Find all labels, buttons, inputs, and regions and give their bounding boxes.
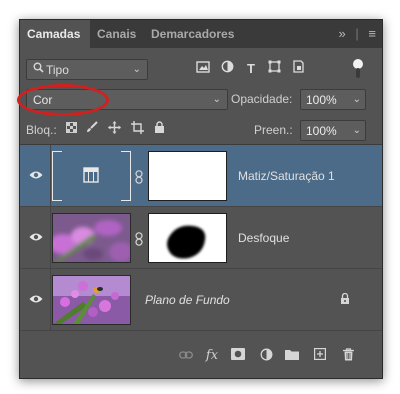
divider — [50, 269, 51, 331]
shape-filter-icon[interactable] — [266, 60, 282, 78]
fill-label: Preen.: — [254, 123, 293, 137]
fill-value: 100% — [306, 124, 337, 138]
adjustment-filter-icon[interactable] — [219, 60, 235, 78]
layer-row-background[interactable]: Plano de Fundo — [20, 269, 382, 331]
lock-image-icon[interactable] — [84, 121, 100, 137]
divider: | — [355, 26, 359, 41]
layer-thumbnail[interactable] — [52, 151, 131, 201]
lock-position-icon[interactable] — [106, 121, 122, 137]
layer-name[interactable]: Plano de Fundo — [145, 293, 230, 307]
double-chevron-right-icon[interactable]: » — [339, 26, 346, 41]
lock-label: Bloq.: — [26, 123, 57, 137]
mask-link-chain-icon[interactable] — [134, 170, 144, 184]
layer-row-hue-saturation[interactable]: Matiz/Saturação 1 — [20, 145, 382, 207]
opacity-label: Opacidade: — [231, 92, 293, 106]
chevron-down-icon: ⌄ — [132, 64, 141, 75]
layers-footer-toolbar: fx — [20, 344, 382, 370]
visibility-eye-icon[interactable] — [29, 293, 43, 303]
layer-thumbnail[interactable] — [52, 275, 131, 325]
new-layer-icon[interactable] — [312, 348, 328, 364]
visibility-eye-icon[interactable] — [29, 231, 43, 241]
opacity-value: 100% — [306, 93, 337, 107]
layer-name[interactable]: Matiz/Saturação 1 — [238, 169, 335, 183]
highlight-ellipse — [17, 84, 109, 116]
new-group-icon[interactable] — [284, 348, 300, 364]
lock-all-icon[interactable] — [151, 121, 167, 137]
add-mask-icon[interactable] — [230, 348, 246, 364]
type-filter-icon[interactable]: T — [243, 60, 259, 78]
lock-transparency-icon[interactable] — [63, 121, 79, 137]
layer-mask-thumbnail[interactable] — [148, 213, 227, 263]
filter-type-label: Tipo — [46, 63, 69, 77]
delete-layer-icon[interactable] — [340, 348, 356, 364]
tab-canais[interactable]: Canais — [90, 20, 143, 48]
tab-demarcadores[interactable]: Demarcadores — [144, 20, 241, 48]
layer-thumbnail[interactable] — [49, 213, 133, 263]
layer-name[interactable]: Desfoque — [238, 231, 289, 245]
smart-object-filter-icon[interactable] — [290, 60, 306, 78]
search-icon — [33, 62, 44, 76]
new-adjustment-icon[interactable] — [258, 348, 274, 364]
layer-row-desfoque[interactable]: Desfoque — [20, 207, 382, 269]
chevron-down-icon: ⌄ — [352, 125, 361, 136]
fx-icon[interactable]: fx — [204, 348, 220, 364]
divider — [50, 145, 51, 207]
visibility-eye-icon[interactable] — [29, 169, 43, 179]
layers-list: Matiz/Saturação 1 Desfoque Plano de Fund… — [20, 144, 382, 334]
chevron-down-icon: ⌄ — [352, 94, 361, 105]
hamburger-icon[interactable]: ≡ — [368, 26, 376, 41]
link-layers-icon[interactable] — [178, 348, 194, 364]
lock-artboard-icon[interactable] — [129, 121, 145, 137]
opacity-field[interactable]: 100% ⌄ — [300, 89, 366, 110]
mask-link-chain-icon[interactable] — [134, 232, 144, 246]
divider — [50, 207, 51, 269]
toggle-track — [356, 68, 360, 78]
layers-panel: Camadas Canais Demarcadores » | ≡ Tipo ⌄… — [17, 19, 383, 379]
panel-menu-buttons: » | ≡ — [333, 20, 376, 48]
tab-camadas[interactable]: Camadas — [20, 20, 90, 48]
layer-mask-thumbnail[interactable] — [148, 151, 227, 201]
panel-tab-bar: Camadas Canais Demarcadores » | ≡ — [20, 20, 382, 48]
filter-toggle-switch[interactable] — [352, 57, 364, 79]
chevron-down-icon: ⌄ — [212, 94, 221, 105]
filter-type-select[interactable]: Tipo ⌄ — [26, 59, 148, 80]
pixel-filter-icon[interactable] — [195, 60, 211, 78]
fill-field[interactable]: 100% ⌄ — [300, 120, 366, 141]
lock-icon — [340, 292, 350, 307]
